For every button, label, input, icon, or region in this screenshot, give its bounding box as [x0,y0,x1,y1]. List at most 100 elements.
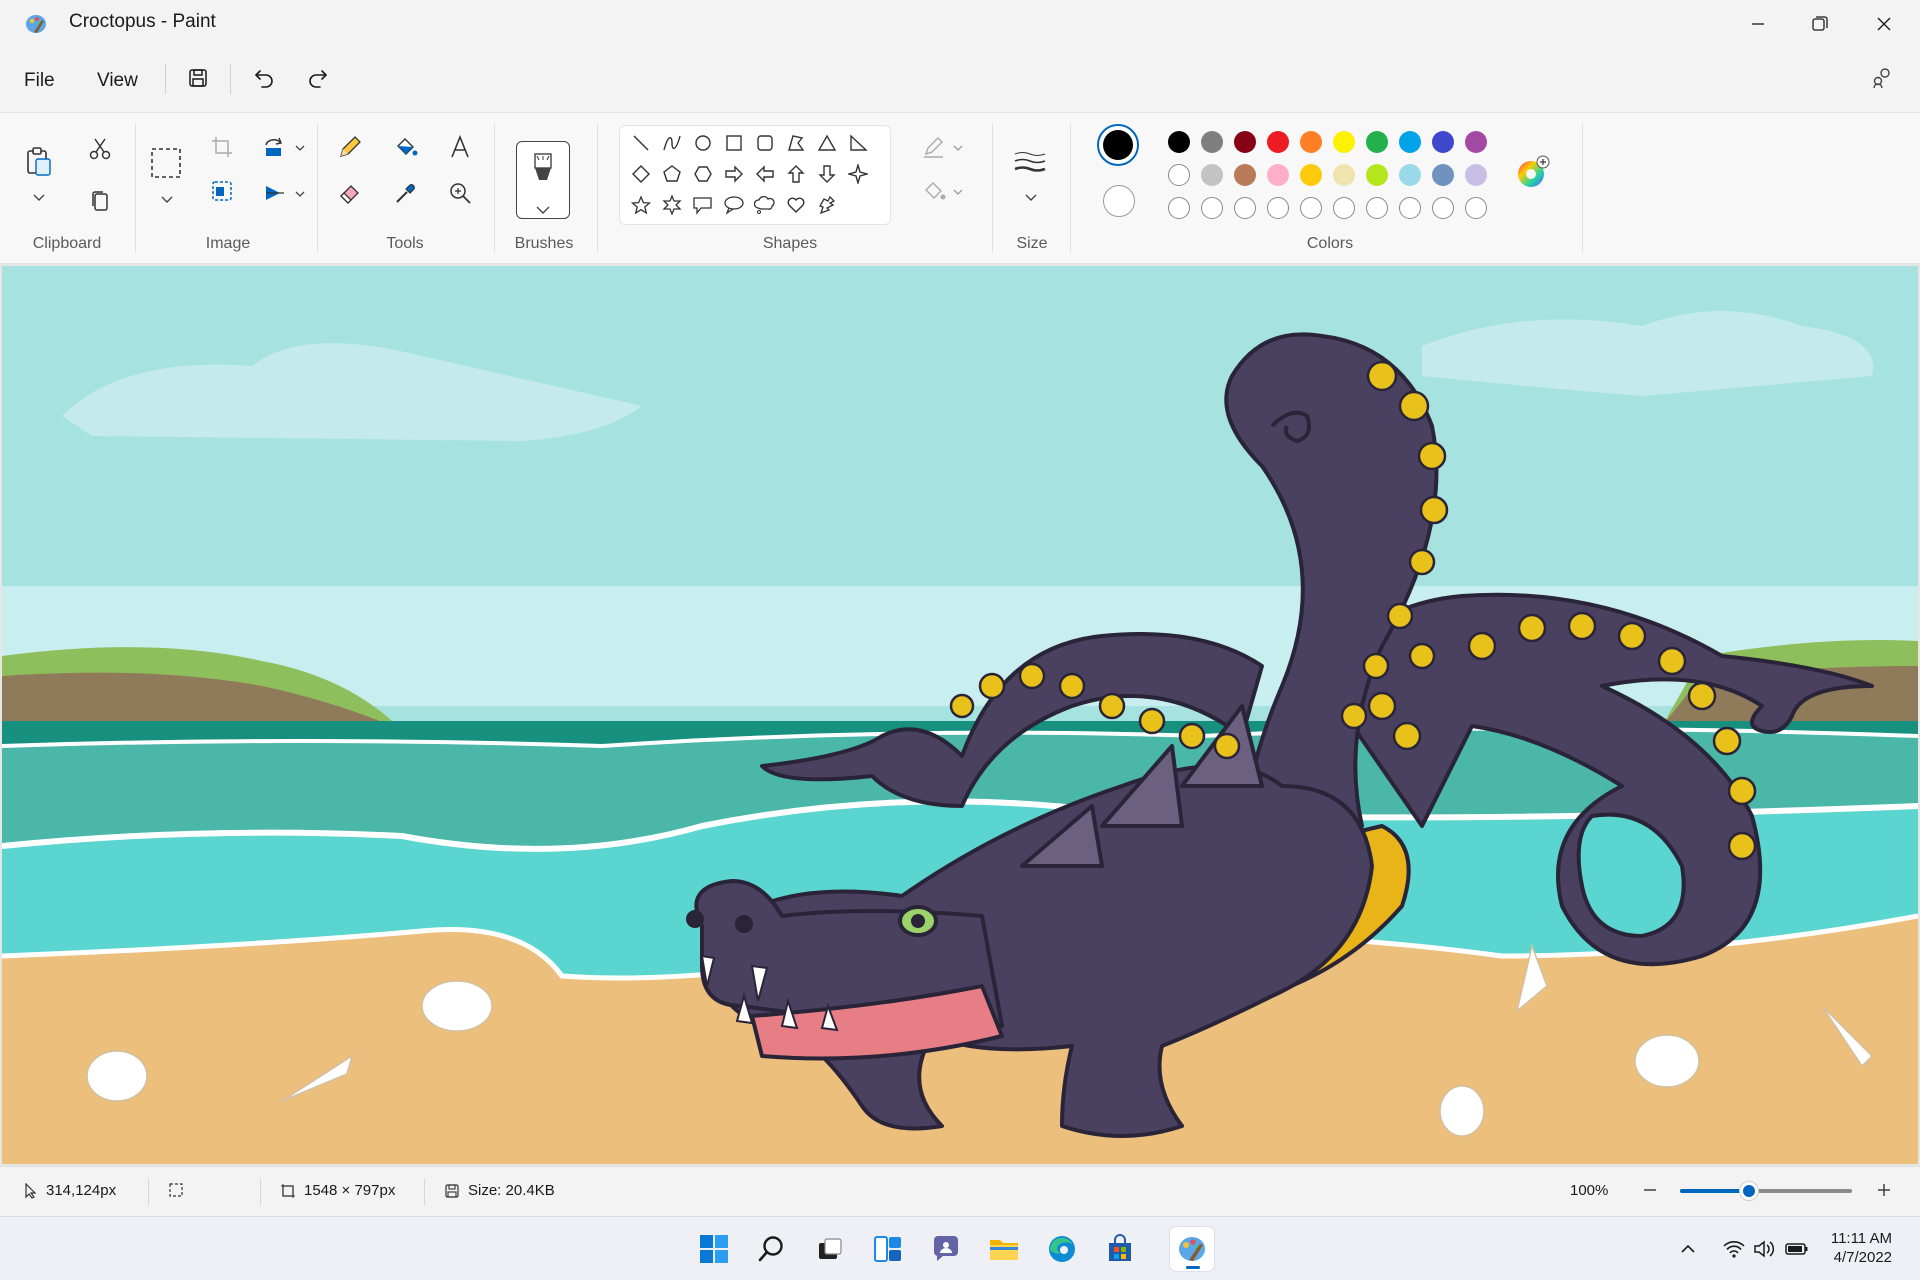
color-swatch[interactable] [1300,164,1322,186]
color-swatch[interactable] [1201,131,1223,153]
rotate-icon[interactable] [256,129,292,165]
color-swatch[interactable] [1333,164,1355,186]
right-arrow-shape-icon[interactable] [721,161,747,187]
crop-icon[interactable] [204,129,240,165]
polygon-shape-icon[interactable] [783,130,809,156]
fill-bucket-icon[interactable] [388,129,424,165]
copy-icon[interactable] [82,183,118,219]
triangle-shape-icon[interactable] [814,130,840,156]
color-swatch[interactable] [1399,164,1421,186]
right-triangle-shape-icon[interactable] [845,130,871,156]
custom-color-slot[interactable] [1399,197,1421,219]
file-explorer-icon[interactable] [982,1227,1026,1271]
custom-color-slot[interactable] [1234,197,1256,219]
color-swatch[interactable] [1234,131,1256,153]
custom-color-slot[interactable] [1366,197,1388,219]
four-point-star-shape-icon[interactable] [845,161,871,187]
color-swatch[interactable] [1465,131,1487,153]
zoom-slider-track[interactable] [1680,1181,1852,1201]
start-button[interactable] [692,1227,736,1271]
select-icon[interactable] [148,145,184,181]
battery-icon[interactable] [1784,1239,1810,1259]
resize-icon[interactable] [204,173,240,209]
color-swatch[interactable] [1267,164,1289,186]
color-swatch[interactable] [1432,164,1454,186]
edit-colors-icon[interactable] [1516,155,1550,189]
primary-color-ring[interactable] [1097,124,1139,166]
volume-icon[interactable] [1752,1239,1776,1259]
view-menu[interactable]: View [93,66,142,96]
microsoft-store-icon[interactable] [1098,1227,1142,1271]
color-swatch[interactable] [1432,131,1454,153]
rect-callout-shape-icon[interactable] [690,192,716,218]
edge-browser-icon[interactable] [1040,1227,1084,1271]
custom-color-slot[interactable] [1201,197,1223,219]
hexagon-shape-icon[interactable] [690,161,716,187]
rectangle-shape-icon[interactable] [721,130,747,156]
stroke-size-icon[interactable] [1012,145,1048,181]
color-swatch[interactable] [1366,131,1388,153]
task-view-icon[interactable] [808,1227,852,1271]
color-swatch[interactable] [1201,164,1223,186]
chevron-down-icon[interactable] [32,191,46,205]
rounded-rectangle-shape-icon[interactable] [752,130,778,156]
undo-icon[interactable] [248,62,280,94]
line-shape-icon[interactable] [628,130,654,156]
oval-shape-icon[interactable] [690,130,716,156]
custom-color-slot[interactable] [1432,197,1454,219]
color-swatch[interactable] [1234,164,1256,186]
diamond-shape-icon[interactable] [628,161,654,187]
down-arrow-shape-icon[interactable] [814,161,840,187]
shape-fill-icon[interactable] [916,173,952,209]
zoom-percentage[interactable]: 100% [1570,1182,1608,1199]
color-swatch[interactable] [1300,131,1322,153]
minimize-button[interactable] [1726,0,1790,48]
drawing-canvas[interactable] [2,266,1918,1164]
lightning-shape-icon[interactable] [814,192,840,218]
chevron-down-icon[interactable] [951,185,965,199]
zoom-slider-thumb[interactable] [1738,1181,1759,1201]
teams-chat-icon[interactable] [924,1227,968,1271]
widgets-icon[interactable] [866,1227,910,1271]
close-button[interactable] [1852,0,1916,48]
left-arrow-shape-icon[interactable] [752,161,778,187]
file-menu[interactable]: File [20,66,59,96]
color-swatch[interactable] [1465,164,1487,186]
custom-color-slot[interactable] [1300,197,1322,219]
five-point-star-shape-icon[interactable] [628,192,654,218]
color-swatch[interactable] [1399,131,1421,153]
redo-icon[interactable] [302,62,334,94]
color-swatch[interactable] [1333,131,1355,153]
cut-icon[interactable] [82,131,118,167]
zoom-out-icon[interactable] [1640,1180,1660,1200]
chevron-up-icon[interactable] [1678,1239,1698,1259]
custom-color-slot[interactable] [1168,197,1190,219]
curve-shape-icon[interactable] [659,130,685,156]
wifi-icon[interactable] [1722,1239,1746,1259]
color-picker-icon[interactable] [388,175,424,211]
brushes-button[interactable] [516,141,570,219]
maximize-button[interactable] [1788,0,1852,48]
text-icon[interactable] [442,129,478,165]
chevron-down-icon[interactable] [951,141,965,155]
magnifier-icon[interactable] [442,175,478,211]
pencil-icon[interactable] [332,129,368,165]
custom-color-slot[interactable] [1333,197,1355,219]
paint-taskbar-icon[interactable] [1170,1227,1214,1271]
color-swatch[interactable] [1267,131,1289,153]
chevron-down-icon[interactable] [293,141,307,155]
paste-icon[interactable] [20,143,56,179]
secondary-color-swatch[interactable] [1103,185,1135,217]
color-swatch[interactable] [1366,164,1388,186]
up-arrow-shape-icon[interactable] [783,161,809,187]
custom-color-slot[interactable] [1465,197,1487,219]
heart-shape-icon[interactable] [783,192,809,218]
eraser-icon[interactable] [332,175,368,211]
cloud-callout-shape-icon[interactable] [752,192,778,218]
share-icon[interactable] [1866,62,1898,94]
outline-icon[interactable] [916,129,952,165]
color-swatch[interactable] [1168,164,1190,186]
chevron-down-icon[interactable] [1024,191,1038,205]
six-point-star-shape-icon[interactable] [659,192,685,218]
chevron-down-icon[interactable] [160,193,174,207]
